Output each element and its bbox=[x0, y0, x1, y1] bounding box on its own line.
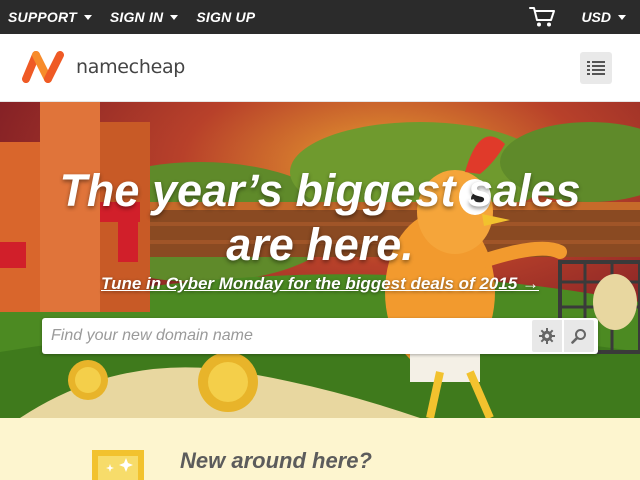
currency-selector[interactable]: USD bbox=[581, 9, 626, 25]
headline-line-1: The year’s biggest sales bbox=[59, 165, 581, 216]
hero-headline: The year’s biggest sales are here. bbox=[0, 164, 640, 272]
support-label: SUPPORT bbox=[8, 9, 77, 25]
hero-banner: The year’s biggest sales are here. Tune … bbox=[0, 102, 640, 418]
shopping-cart-icon[interactable] bbox=[529, 6, 557, 28]
sparkle-card-icon bbox=[92, 450, 144, 480]
sign-in-label: SIGN IN bbox=[109, 9, 164, 25]
support-menu[interactable]: SUPPORT bbox=[8, 9, 92, 25]
chevron-down-icon bbox=[618, 14, 626, 20]
logo-mark-icon bbox=[22, 51, 64, 83]
magnifier-icon bbox=[571, 329, 586, 344]
hamburger-list-icon bbox=[587, 61, 605, 75]
search-options-button[interactable] bbox=[532, 320, 562, 352]
sign-up-label: SIGN UP bbox=[196, 9, 256, 25]
currency-label: USD bbox=[581, 9, 611, 25]
search-submit-button[interactable] bbox=[564, 320, 594, 352]
gear-icon bbox=[539, 328, 555, 344]
menu-button[interactable] bbox=[580, 52, 612, 84]
cyber-monday-link[interactable]: Tune in Cyber Monday for the biggest dea… bbox=[101, 274, 539, 293]
logo-text: namecheap bbox=[76, 56, 186, 78]
promo-title: New around here? bbox=[180, 448, 372, 473]
domain-search-bar bbox=[42, 318, 598, 354]
top-right-controls: USD bbox=[529, 0, 626, 34]
namecheap-logo[interactable]: namecheap bbox=[22, 51, 185, 83]
domain-search-input[interactable] bbox=[42, 318, 532, 354]
sign-in-menu[interactable]: SIGN IN bbox=[110, 9, 179, 25]
hero-tagline: Tune in Cyber Monday for the biggest dea… bbox=[0, 274, 640, 294]
site-header: namecheap bbox=[0, 34, 640, 102]
headline-line-2: are here. bbox=[226, 219, 414, 270]
sign-up-link[interactable]: SIGN UP bbox=[196, 9, 255, 25]
top-nav: SUPPORT SIGN IN SIGN UP bbox=[8, 0, 255, 34]
new-visitor-section: New around here? bbox=[0, 418, 640, 480]
chevron-down-icon bbox=[170, 14, 179, 20]
top-utility-bar: SUPPORT SIGN IN SIGN UP USD bbox=[0, 0, 640, 34]
chevron-down-icon bbox=[83, 14, 92, 20]
